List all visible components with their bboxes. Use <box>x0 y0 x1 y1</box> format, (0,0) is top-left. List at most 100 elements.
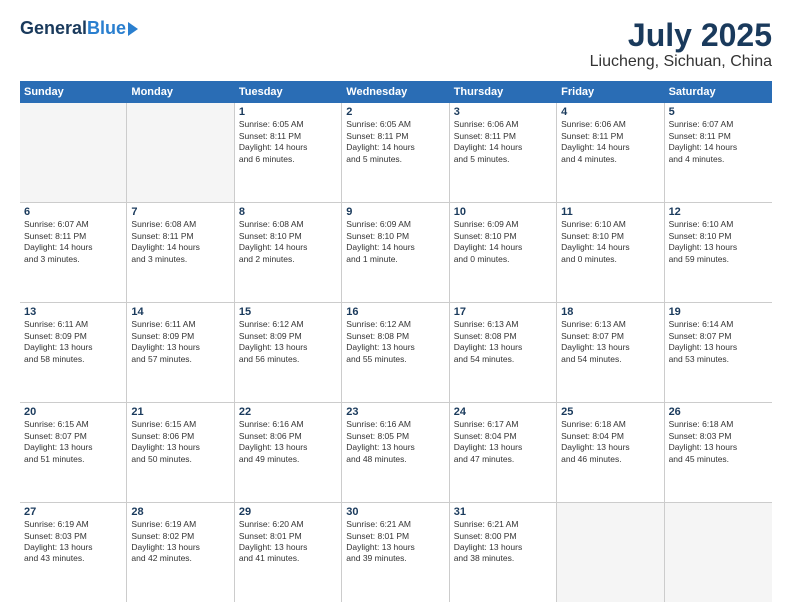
cell-line: Sunset: 8:02 PM <box>131 531 229 542</box>
cell-line: Daylight: 14 hours <box>454 242 552 253</box>
day-number: 13 <box>24 306 122 318</box>
day-number: 21 <box>131 406 229 418</box>
cell-line: and 57 minutes. <box>131 354 229 365</box>
cell-line: Daylight: 14 hours <box>454 142 552 153</box>
cell-line: Sunrise: 6:06 AM <box>561 119 659 130</box>
cell-line: Sunset: 8:11 PM <box>346 131 444 142</box>
day-number: 24 <box>454 406 552 418</box>
day-number: 14 <box>131 306 229 318</box>
cell-line: Sunrise: 6:12 AM <box>239 319 337 330</box>
cell-line: and 4 minutes. <box>561 154 659 165</box>
cell-line: Sunrise: 6:18 AM <box>561 419 659 430</box>
cell-line: Daylight: 13 hours <box>561 442 659 453</box>
cell-line: Sunrise: 6:10 AM <box>669 219 768 230</box>
cell-line: Sunset: 8:04 PM <box>454 431 552 442</box>
cell-line: Sunset: 8:10 PM <box>239 231 337 242</box>
calendar-cell: 30Sunrise: 6:21 AMSunset: 8:01 PMDayligh… <box>342 503 449 602</box>
weekday-header-thursday: Thursday <box>450 81 557 103</box>
cell-line: Sunrise: 6:16 AM <box>346 419 444 430</box>
day-number: 17 <box>454 306 552 318</box>
cell-line: and 5 minutes. <box>346 154 444 165</box>
cell-line: Daylight: 13 hours <box>669 242 768 253</box>
cell-line: Sunrise: 6:13 AM <box>561 319 659 330</box>
cell-line: and 1 minute. <box>346 254 444 265</box>
calendar-cell: 15Sunrise: 6:12 AMSunset: 8:09 PMDayligh… <box>235 303 342 402</box>
day-number: 26 <box>669 406 768 418</box>
cell-line: Sunset: 8:03 PM <box>24 531 122 542</box>
day-number: 11 <box>561 206 659 218</box>
day-number: 16 <box>346 306 444 318</box>
cell-line: Sunrise: 6:08 AM <box>131 219 229 230</box>
logo-arrow-icon <box>128 22 138 36</box>
calendar-cell: 9Sunrise: 6:09 AMSunset: 8:10 PMDaylight… <box>342 203 449 302</box>
cell-line: Sunset: 8:04 PM <box>561 431 659 442</box>
calendar-cell: 13Sunrise: 6:11 AMSunset: 8:09 PMDayligh… <box>20 303 127 402</box>
calendar-cell <box>665 503 772 602</box>
cell-line: Sunset: 8:01 PM <box>239 531 337 542</box>
calendar-cell: 27Sunrise: 6:19 AMSunset: 8:03 PMDayligh… <box>20 503 127 602</box>
cell-line: and 45 minutes. <box>669 454 768 465</box>
day-number: 6 <box>24 206 122 218</box>
calendar-cell: 3Sunrise: 6:06 AMSunset: 8:11 PMDaylight… <box>450 103 557 202</box>
cell-line: and 0 minutes. <box>561 254 659 265</box>
cell-line: Daylight: 14 hours <box>239 242 337 253</box>
cell-line: and 2 minutes. <box>239 254 337 265</box>
cell-line: and 54 minutes. <box>454 354 552 365</box>
day-number: 1 <box>239 106 337 118</box>
page: General Blue July 2025 Liucheng, Sichuan… <box>0 0 792 612</box>
cell-line: Sunrise: 6:15 AM <box>131 419 229 430</box>
day-number: 4 <box>561 106 659 118</box>
weekday-header-sunday: Sunday <box>20 81 127 103</box>
cell-line: Daylight: 14 hours <box>669 142 768 153</box>
calendar-cell: 31Sunrise: 6:21 AMSunset: 8:00 PMDayligh… <box>450 503 557 602</box>
cell-line: and 6 minutes. <box>239 154 337 165</box>
cell-line: and 46 minutes. <box>561 454 659 465</box>
calendar-cell: 16Sunrise: 6:12 AMSunset: 8:08 PMDayligh… <box>342 303 449 402</box>
cell-line: Sunset: 8:07 PM <box>24 431 122 442</box>
cell-line: Daylight: 14 hours <box>346 142 444 153</box>
cell-line: Daylight: 13 hours <box>131 442 229 453</box>
cell-line: Sunset: 8:08 PM <box>454 331 552 342</box>
day-number: 19 <box>669 306 768 318</box>
day-number: 20 <box>24 406 122 418</box>
cell-line: Daylight: 14 hours <box>561 142 659 153</box>
cell-line: and 4 minutes. <box>669 154 768 165</box>
day-number: 7 <box>131 206 229 218</box>
day-number: 8 <box>239 206 337 218</box>
calendar-cell: 2Sunrise: 6:05 AMSunset: 8:11 PMDaylight… <box>342 103 449 202</box>
cell-line: Daylight: 13 hours <box>561 342 659 353</box>
cell-line: and 3 minutes. <box>131 254 229 265</box>
cell-line: Daylight: 13 hours <box>669 342 768 353</box>
cell-line: Sunset: 8:06 PM <box>239 431 337 442</box>
cell-line: and 48 minutes. <box>346 454 444 465</box>
cell-line: Sunrise: 6:14 AM <box>669 319 768 330</box>
cell-line: Daylight: 13 hours <box>239 542 337 553</box>
day-number: 23 <box>346 406 444 418</box>
cell-line: Daylight: 13 hours <box>346 342 444 353</box>
day-number: 2 <box>346 106 444 118</box>
cell-line: Daylight: 13 hours <box>454 542 552 553</box>
day-number: 3 <box>454 106 552 118</box>
calendar-cell <box>20 103 127 202</box>
cell-line: Sunrise: 6:07 AM <box>669 119 768 130</box>
cell-line: Daylight: 14 hours <box>239 142 337 153</box>
cell-line: and 0 minutes. <box>454 254 552 265</box>
calendar-cell: 21Sunrise: 6:15 AMSunset: 8:06 PMDayligh… <box>127 403 234 502</box>
calendar-cell: 6Sunrise: 6:07 AMSunset: 8:11 PMDaylight… <box>20 203 127 302</box>
cell-line: Sunrise: 6:17 AM <box>454 419 552 430</box>
day-number: 28 <box>131 506 229 518</box>
cell-line: Sunset: 8:01 PM <box>346 531 444 542</box>
day-number: 22 <box>239 406 337 418</box>
cell-line: Sunset: 8:07 PM <box>561 331 659 342</box>
calendar-cell: 26Sunrise: 6:18 AMSunset: 8:03 PMDayligh… <box>665 403 772 502</box>
cell-line: Sunset: 8:11 PM <box>669 131 768 142</box>
cell-line: Sunrise: 6:10 AM <box>561 219 659 230</box>
cell-line: Sunrise: 6:09 AM <box>346 219 444 230</box>
cell-line: Sunset: 8:10 PM <box>346 231 444 242</box>
cell-line: Sunrise: 6:11 AM <box>131 319 229 330</box>
cell-line: Daylight: 14 hours <box>131 242 229 253</box>
day-number: 15 <box>239 306 337 318</box>
calendar-cell: 8Sunrise: 6:08 AMSunset: 8:10 PMDaylight… <box>235 203 342 302</box>
cell-line: Daylight: 13 hours <box>24 342 122 353</box>
calendar-cell: 20Sunrise: 6:15 AMSunset: 8:07 PMDayligh… <box>20 403 127 502</box>
